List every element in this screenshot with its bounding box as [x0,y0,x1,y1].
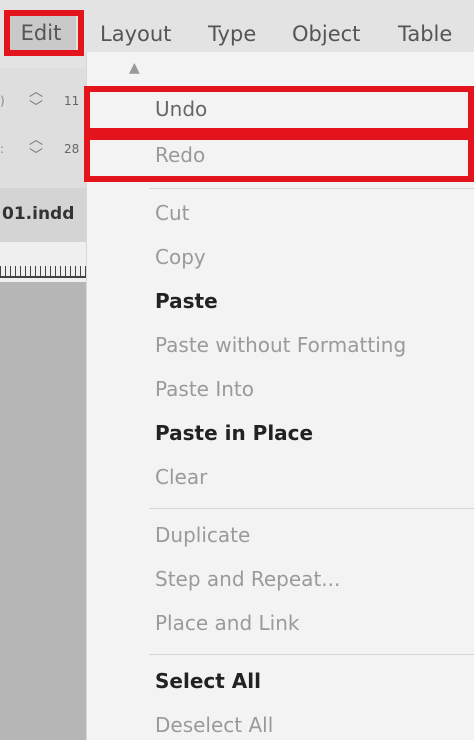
menu-separator [149,508,474,509]
menu-item-cut[interactable]: Cut [155,198,189,228]
row1-value: 11 [64,94,80,108]
stepper-icon[interactable]: ︿ ﹀ [24,132,48,168]
edit-highlight-box [4,10,84,56]
control-strip: ) ︿ ﹀ 11 : ︿ ﹀ 28 [0,68,88,188]
menu-item-copy[interactable]: Copy [155,242,206,272]
document-tab-label: 01.indd [2,204,75,224]
menu-type[interactable]: Type [208,18,256,50]
menu-item-paste-into[interactable]: Paste Into [155,374,254,404]
scroll-up-icon[interactable]: ▲ [129,60,140,76]
ruler [0,242,88,282]
stepper-icon[interactable]: ︿ ﹀ [24,84,48,120]
menu-item-deselect-all[interactable]: Deselect All [155,710,273,740]
menu-item-place-and-link[interactable]: Place and Link [155,608,299,638]
control-row-1: ) ︿ ﹀ 11 [0,82,88,122]
menu-separator [149,188,474,189]
menu-table[interactable]: Table [398,18,452,50]
menu-separator [149,654,474,655]
menu-item-paste-without-formatting[interactable]: Paste without Formatting [155,330,406,360]
menu-item-paste-in-place[interactable]: Paste in Place [155,418,313,448]
control-row-2: : ︿ ﹀ 28 [0,130,88,170]
ruler-baseline [0,276,88,278]
menu-item-duplicate[interactable]: Duplicate [155,520,250,550]
menu-item-paste[interactable]: Paste [155,286,218,316]
document-tab[interactable]: 01.indd [0,188,88,242]
menu-item-step-and-repeat[interactable]: Step and Repeat... [155,564,340,594]
redo-highlight-box [84,134,474,182]
menu-item-select-all[interactable]: Select All [155,666,261,696]
menu-layout[interactable]: Layout [100,18,171,50]
menu-object[interactable]: Object [292,18,360,50]
row2-value: 28 [64,142,80,156]
undo-highlight-box [84,86,474,134]
menu-item-clear[interactable]: Clear [155,462,207,492]
